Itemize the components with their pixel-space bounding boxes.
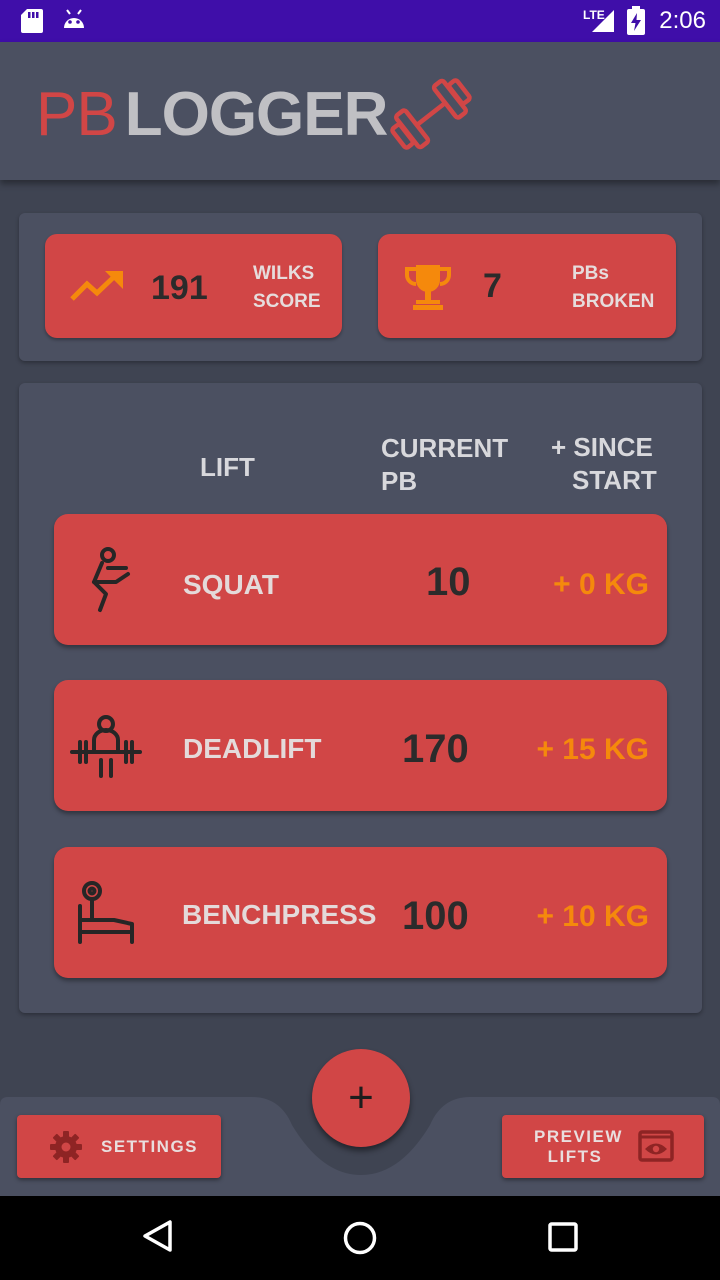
lift-gain-squat: + 0 KG [553,568,649,601]
lift-gain-benchpress: + 10 KG [536,900,649,933]
app-bar: PB LOGGER [0,42,720,180]
lift-pb-benchpress: 100 [402,894,469,938]
lift-pb-squat: 10 [426,560,471,604]
lifts-panel: LIFT CURRENT PB + SINCE START SQUAT 10 +… [19,383,702,1013]
app-title: PB LOGGER [36,80,389,149]
preview-lifts-label-1: PREVIEW [534,1127,623,1146]
system-nav-bar [0,1196,720,1280]
lift-name-squat: SQUAT [183,569,279,600]
preview-lifts-button[interactable]: PREVIEW LIFTS [502,1115,704,1178]
wilks-score-label-1: WILKS [253,263,315,284]
settings-label: SETTINGS [101,1137,199,1156]
pbs-broken-label-2: BROKEN [572,291,655,312]
wilks-score-value: 191 [151,269,208,307]
dumbbell-icon [390,78,472,150]
lift-row-squat[interactable]: SQUAT 10 + 0 KG [54,514,667,645]
settings-button[interactable]: SETTINGS [17,1115,221,1178]
recents-icon[interactable] [547,1221,579,1253]
back-icon[interactable] [140,1218,176,1254]
trending-up-icon [70,271,123,301]
lte-signal-icon [592,10,614,32]
lift-row-benchpress[interactable]: BENCHPRESS 100 + 10 KG [54,847,667,978]
home-icon[interactable] [342,1220,378,1256]
android-icon [64,9,84,28]
preview-lifts-label-2: LIFTS [547,1147,603,1166]
lift-pb-deadlift: 170 [402,727,469,771]
squat-icon [92,547,130,612]
trophy-icon [405,265,451,310]
app-title-prefix: PB [36,80,118,149]
column-header-lift: LIFT [200,452,255,482]
app-title-main: LOGGER [124,80,389,149]
gear-icon [50,1131,82,1163]
lift-row-deadlift[interactable]: DEADLIFT 170 + 15 KG [54,680,667,811]
pbs-broken-label-1: PBs [572,263,609,284]
deadlift-icon [70,715,142,778]
stats-panel: 191 WILKS SCORE 7 PBs BROKEN [19,213,702,361]
benchpress-icon [78,881,134,944]
pbs-broken-value: 7 [483,267,502,305]
pbs-broken-card[interactable]: 7 PBs BROKEN [378,234,676,338]
wilks-score-label-2: SCORE [253,291,321,312]
column-header-current-pb-2: PB [381,466,418,496]
preview-eye-icon [638,1130,674,1162]
column-header-since-start-1: + SINCE [551,432,653,462]
status-bar: LTE 2:06 [0,0,720,42]
clock: 2:06 [659,7,706,34]
lift-gain-deadlift: + 15 KG [536,733,649,766]
lift-name-benchpress: BENCHPRESS [182,899,377,930]
lift-name-deadlift: DEADLIFT [183,733,322,764]
column-header-since-start-2: START [572,465,657,495]
wilks-score-card[interactable]: 191 WILKS SCORE [45,234,342,338]
battery-charging-icon [627,6,645,35]
sd-card-icon [21,9,43,33]
add-lift-fab[interactable]: + [312,1049,410,1147]
column-header-current-pb-1: CURRENT [381,433,509,463]
add-icon: + [348,1073,374,1122]
